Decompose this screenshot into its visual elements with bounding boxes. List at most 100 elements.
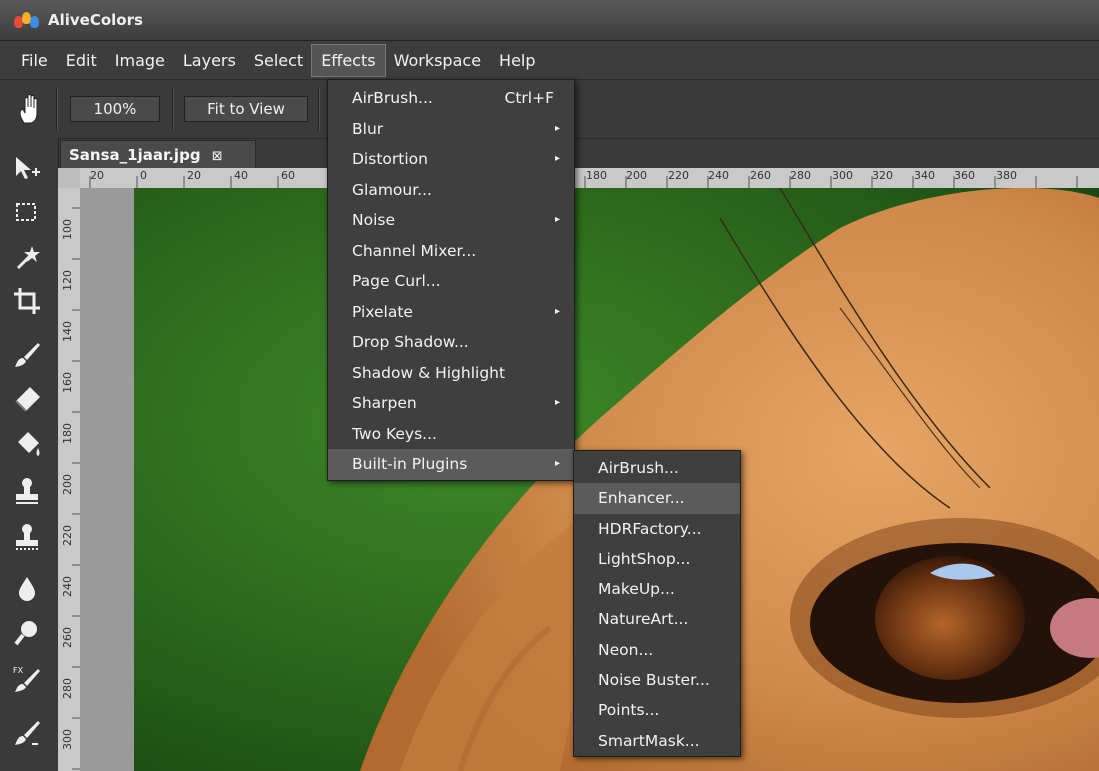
vertical-ruler: 100 120 140 160 180 200 220 240 260 280 …: [58, 188, 81, 771]
submenu-arrow-icon: ▸: [554, 305, 560, 317]
menu-item-label: Two Keys...: [352, 424, 437, 443]
effects-item-glamour[interactable]: Glamour...: [328, 175, 574, 206]
ruler-h-label: 340: [914, 169, 935, 182]
ruler-v-label: 120: [61, 270, 74, 291]
ruler-h-label: 320: [872, 169, 893, 182]
built-in-plugins-submenu: AirBrush... Enhancer... HDRFactory... Li…: [573, 450, 741, 757]
document-tab[interactable]: Sansa_1jaar.jpg ⊠: [60, 140, 256, 168]
dodge-icon[interactable]: [8, 616, 46, 650]
ruler-v-label: 240: [61, 576, 74, 597]
ruler-h-label: 40: [234, 169, 248, 182]
plugin-item-airbrush[interactable]: AirBrush...: [574, 453, 740, 483]
plugin-item-natureart[interactable]: NatureArt...: [574, 604, 740, 634]
document-title: Sansa_1jaar.jpg: [69, 146, 201, 164]
ruler-h-label: 200: [626, 169, 647, 182]
menu-select[interactable]: Select: [245, 45, 312, 76]
fx-brush-icon[interactable]: FX: [8, 662, 46, 696]
plugin-item-neon[interactable]: Neon...: [574, 635, 740, 665]
tools-panel: FX: [0, 138, 59, 771]
rect-select-icon[interactable]: [8, 196, 46, 230]
ruler-h-label: 60: [281, 169, 295, 182]
menu-item-label: Distortion: [352, 150, 428, 168]
plugin-item-points[interactable]: Points...: [574, 695, 740, 725]
effects-item-noise[interactable]: Noise ▸: [328, 205, 574, 236]
title-bar: AliveColors: [0, 0, 1099, 41]
ruler-h-label: 360: [954, 169, 975, 182]
ruler-corner: [58, 168, 80, 188]
ruler-v-label: 100: [61, 219, 74, 240]
hand-tool-icon[interactable]: [14, 93, 48, 127]
effects-item-drop-shadow[interactable]: Drop Shadow...: [328, 327, 574, 358]
effects-item-shadow-highlight[interactable]: Shadow & Highlight: [328, 358, 574, 389]
menu-edit[interactable]: Edit: [57, 45, 106, 76]
menu-file[interactable]: File: [12, 45, 57, 76]
move-tool-icon[interactable]: [8, 152, 46, 186]
crop-icon[interactable]: [8, 284, 46, 318]
plugin-item-hdrfactory[interactable]: HDRFactory...: [574, 514, 740, 544]
ruler-h-label: 20: [187, 169, 201, 182]
eraser-icon[interactable]: [8, 382, 46, 416]
menu-item-label: Drop Shadow...: [352, 333, 469, 351]
close-tab-icon[interactable]: ⊠: [212, 149, 223, 164]
effects-item-pixelate[interactable]: Pixelate ▸: [328, 297, 574, 328]
zoom-level-field[interactable]: 100%: [70, 96, 160, 122]
menu-layers[interactable]: Layers: [174, 45, 245, 76]
clone-stamp-icon[interactable]: [8, 520, 46, 554]
submenu-arrow-icon: ▸: [554, 122, 560, 134]
effects-item-page-curl[interactable]: Page Curl...: [328, 266, 574, 297]
ruler-v-label: 220: [61, 525, 74, 546]
effects-item-airbrush[interactable]: AirBrush... Ctrl+F: [328, 83, 574, 114]
ruler-h-label: 280: [790, 169, 811, 182]
brush-icon[interactable]: [8, 338, 46, 372]
menu-image[interactable]: Image: [106, 45, 174, 76]
ruler-h-label: 380: [996, 169, 1017, 182]
menu-item-label: Sharpen: [352, 394, 417, 412]
menu-effects[interactable]: Effects: [311, 43, 386, 77]
submenu-arrow-icon: ▸: [554, 214, 560, 225]
plugin-item-noise-buster[interactable]: Noise Buster...: [574, 665, 740, 695]
ruler-h-label: 220: [668, 169, 689, 182]
plugin-item-lightshop[interactable]: LightShop...: [574, 544, 740, 574]
blur-drop-icon[interactable]: [8, 572, 46, 606]
stamp-icon[interactable]: [8, 474, 46, 508]
shortcut-label: Ctrl+F: [504, 89, 554, 107]
menu-item-label: Page Curl...: [352, 272, 441, 290]
horizontal-ruler: 20 0 20 40 60 180 200 220 240 260 280 30…: [80, 168, 1099, 189]
effects-item-channel-mixer[interactable]: Channel Mixer...: [328, 236, 574, 267]
effects-item-blur[interactable]: Blur ▸: [328, 114, 574, 145]
paint-bucket-icon[interactable]: [8, 428, 46, 462]
menu-item-label: Pixelate: [352, 302, 413, 321]
ruler-h-label: 240: [708, 169, 729, 182]
submenu-arrow-icon: ▸: [554, 153, 560, 164]
ruler-v-label: 260: [61, 627, 74, 648]
smudge-icon[interactable]: [8, 716, 46, 750]
menu-item-label: Built-in Plugins: [352, 455, 468, 473]
menu-item-label: Noise: [352, 211, 395, 229]
ruler-v-label: 180: [61, 423, 74, 444]
menu-item-label: Channel Mixer...: [352, 241, 477, 260]
ruler-h-label: 260: [750, 169, 771, 182]
ruler-v-label: 300: [61, 729, 74, 750]
effects-item-two-keys[interactable]: Two Keys...: [328, 419, 574, 450]
plugin-item-makeup[interactable]: MakeUp...: [574, 574, 740, 604]
effects-item-built-in-plugins[interactable]: Built-in Plugins ▸: [328, 449, 574, 480]
effects-item-distortion[interactable]: Distortion ▸: [328, 144, 574, 175]
menu-workspace[interactable]: Workspace: [385, 45, 490, 76]
ruler-h-label: 300: [832, 169, 853, 182]
magic-wand-icon[interactable]: [8, 240, 46, 274]
ruler-v-label: 200: [61, 474, 74, 495]
app-logo-icon: [14, 10, 40, 30]
fit-to-view-button[interactable]: Fit to View: [184, 96, 308, 122]
ruler-v-label: 140: [61, 321, 74, 342]
plugin-item-smartmask[interactable]: SmartMask...: [574, 726, 740, 756]
menu-bar: File Edit Image Layers Select Effects Wo…: [0, 41, 1099, 79]
app-title: AliveColors: [48, 11, 143, 29]
svg-text:FX: FX: [13, 666, 24, 675]
effects-item-sharpen[interactable]: Sharpen ▸: [328, 388, 574, 419]
plugin-item-enhancer[interactable]: Enhancer...: [574, 483, 740, 514]
menu-item-label: Shadow & Highlight: [352, 363, 506, 382]
ruler-v-label: 280: [61, 678, 74, 699]
menu-help[interactable]: Help: [490, 45, 544, 76]
menu-item-label: AirBrush...: [352, 89, 433, 107]
ruler-v-label: 160: [61, 372, 74, 393]
